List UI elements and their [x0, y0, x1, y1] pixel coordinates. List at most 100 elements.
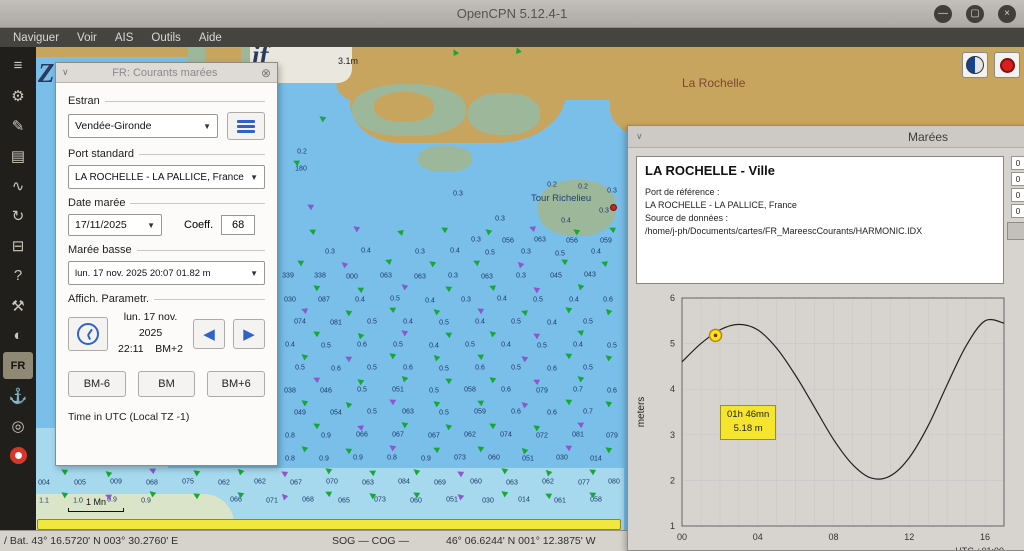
port-select[interactable]: LA ROCHELLE - LA PALLICE, France ▼ — [68, 165, 265, 189]
fr-currents-plugin-button[interactable]: FR — [3, 352, 33, 379]
current-arrow-icon[interactable]: ▶ — [343, 353, 352, 363]
current-arrow-icon[interactable]: ▶ — [431, 352, 441, 362]
current-arrow-icon[interactable]: ▶ — [396, 227, 404, 236]
color-scheme-button[interactable]: ◐ — [3, 322, 33, 349]
current-arrow-icon[interactable]: ▶ — [603, 398, 613, 408]
current-arrow-icon[interactable]: ▶ — [427, 258, 437, 268]
low-tide-select[interactable]: lun. 17 nov. 2025 20:07 01.82 m ▼ — [68, 261, 265, 285]
current-arrow-icon[interactable]: ▶ — [356, 284, 365, 294]
maximize-button[interactable]: ▢ — [966, 5, 984, 23]
current-arrow-icon[interactable]: ▶ — [563, 350, 572, 360]
menu-voir[interactable]: Voir — [68, 31, 106, 45]
mob-lifebuoy-button[interactable] — [3, 442, 33, 469]
current-arrow-icon[interactable]: ▶ — [532, 376, 541, 386]
current-arrow-icon[interactable]: ▶ — [432, 444, 441, 454]
close-icon[interactable]: ⊗ — [261, 66, 271, 80]
current-arrow-icon[interactable]: ▶ — [487, 328, 497, 338]
current-arrow-icon[interactable]: ▶ — [600, 258, 609, 268]
chart-list-button[interactable]: ▤ — [3, 142, 33, 169]
current-arrow-icon[interactable]: ▶ — [488, 282, 497, 292]
print-button[interactable]: ⊟ — [3, 232, 33, 259]
bm-button[interactable]: BM — [138, 371, 196, 397]
current-arrow-icon[interactable]: ▶ — [531, 330, 540, 340]
current-arrow-icon[interactable]: ▶ — [387, 396, 396, 406]
current-arrow-icon[interactable]: ▶ — [519, 445, 529, 455]
current-arrow-icon[interactable]: ▶ — [439, 224, 448, 234]
current-arrow-icon[interactable]: ▶ — [476, 351, 485, 361]
current-arrow-icon[interactable]: ▶ — [299, 351, 309, 361]
current-arrow-icon[interactable]: ▶ — [384, 256, 393, 266]
next-step-button[interactable]: ▶ — [233, 319, 265, 349]
main-menu-button[interactable]: ≡ — [3, 52, 33, 79]
current-arrow-icon[interactable]: ▶ — [431, 306, 441, 316]
options-button[interactable]: ⚙ — [3, 82, 33, 109]
current-arrow-icon[interactable]: ▶ — [603, 306, 613, 316]
current-arrow-icon[interactable]: ▶ — [603, 444, 613, 454]
window-titlebar[interactable]: OpenCPN 5.12.4-1 —▢× — [0, 0, 1024, 28]
minimize-button[interactable]: — — [934, 5, 952, 23]
current-arrow-icon[interactable]: ▶ — [339, 259, 349, 269]
current-arrow-icon[interactable]: ▶ — [343, 307, 353, 317]
current-arrow-icon[interactable]: ▶ — [520, 307, 529, 317]
current-arrow-icon[interactable]: ▶ — [356, 422, 365, 432]
radar-button[interactable]: ◎ — [3, 412, 33, 439]
current-arrow-icon[interactable]: ▶ — [443, 283, 452, 293]
menu-outils[interactable]: Outils — [142, 31, 189, 45]
compass-status-button[interactable] — [962, 52, 988, 78]
current-arrow-icon[interactable]: ▶ — [355, 376, 365, 386]
current-arrow-icon[interactable]: ▶ — [475, 443, 485, 453]
current-time-button[interactable] — [68, 317, 108, 351]
current-arrow-icon[interactable]: ▶ — [311, 282, 321, 292]
current-arrow-icon[interactable]: ▶ — [576, 419, 585, 429]
current-arrow-icon[interactable]: ▶ — [399, 327, 409, 337]
tools-button[interactable]: ⚒ — [3, 292, 33, 319]
tides-titlebar[interactable]: ∨ Marées — [628, 126, 1024, 148]
current-arrow-icon[interactable]: ▶ — [487, 420, 496, 430]
current-arrow-icon[interactable]: ▶ — [312, 374, 321, 384]
current-arrow-icon[interactable]: ▶ — [531, 422, 541, 432]
current-arrow-icon[interactable]: ▶ — [444, 329, 453, 339]
current-arrow-icon[interactable]: ▶ — [515, 259, 525, 269]
create-route-button[interactable]: ✎ — [3, 112, 33, 139]
current-arrow-icon[interactable]: ▶ — [399, 281, 409, 291]
current-arrow-icon[interactable]: ▶ — [603, 352, 613, 362]
menu-naviguer[interactable]: Naviguer — [4, 31, 68, 45]
current-arrow-icon[interactable]: ▶ — [575, 281, 585, 291]
current-arrow-icon[interactable]: ▶ — [299, 443, 309, 453]
current-arrow-icon[interactable]: ▶ — [300, 305, 309, 315]
current-arrow-icon[interactable]: ▶ — [487, 374, 497, 384]
current-arrow-icon[interactable]: ▶ — [308, 226, 317, 236]
current-arrow-icon[interactable]: ▶ — [563, 304, 573, 314]
current-arrow-icon[interactable]: ▶ — [295, 257, 304, 267]
current-arrow-icon[interactable]: ▶ — [355, 330, 365, 340]
current-arrow-icon[interactable]: ▶ — [608, 224, 617, 234]
current-arrow-icon[interactable]: ▶ — [563, 396, 572, 406]
current-arrow-icon[interactable]: ▶ — [576, 327, 585, 337]
current-arrow-icon[interactable]: ▶ — [443, 375, 452, 385]
help-button[interactable]: ? — [3, 262, 33, 289]
current-arrow-icon[interactable]: ▶ — [531, 284, 541, 294]
current-arrow-icon[interactable]: ▶ — [563, 442, 572, 452]
currents-dialog-titlebar[interactable]: ∨ FR: Courants marées ⊗ — [56, 63, 277, 83]
current-arrow-icon[interactable]: ▶ — [387, 350, 397, 360]
current-arrow-icon[interactable]: ▶ — [311, 420, 320, 430]
current-arrow-icon[interactable]: ▶ — [476, 397, 485, 407]
previous-step-button[interactable]: ◀ — [193, 319, 225, 349]
auto-follow-button[interactable]: ↻ — [3, 202, 33, 229]
current-arrow-icon[interactable]: ▶ — [311, 328, 320, 338]
current-arrow-icon[interactable]: ▶ — [443, 421, 453, 431]
current-arrow-icon[interactable]: ▶ — [519, 353, 529, 363]
collapse-chevron-icon[interactable]: ∨ — [62, 67, 69, 78]
anchor-watch-button[interactable]: ⚓ — [3, 382, 33, 409]
current-arrow-icon[interactable]: ▶ — [399, 419, 409, 429]
menu-ais[interactable]: AIS — [106, 31, 143, 45]
close-button[interactable]: × — [998, 5, 1016, 23]
current-arrow-icon[interactable]: ▶ — [317, 113, 327, 123]
current-arrow-icon[interactable]: ▶ — [575, 373, 585, 383]
current-arrow-icon[interactable]: ▶ — [475, 305, 484, 315]
estran-select[interactable]: Vendée-Gironde ▼ — [68, 114, 218, 138]
current-arrow-icon[interactable]: ▶ — [343, 445, 352, 455]
current-arrow-icon[interactable]: ▶ — [431, 398, 441, 408]
track-button[interactable]: ∿ — [3, 172, 33, 199]
current-arrow-icon[interactable]: ▶ — [528, 223, 537, 233]
